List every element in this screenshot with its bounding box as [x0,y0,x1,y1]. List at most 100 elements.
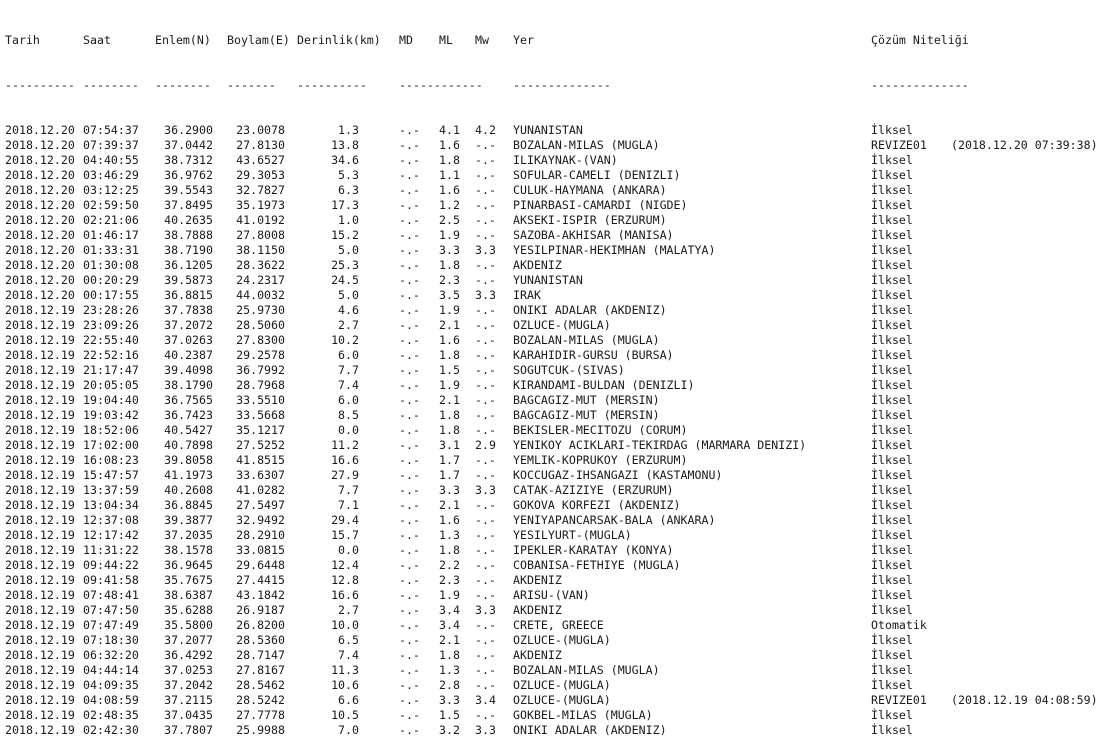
event-solution-quality: Otomatik [871,618,927,632]
event-md: -.- [399,303,420,317]
event-mw: -.- [475,393,496,407]
event-latitude: 36.8815 [164,288,213,302]
event-latitude: 36.9645 [164,558,213,572]
separator-solution-quality: -------------- [871,78,969,92]
event-time: 04:44:14 [83,663,139,677]
event-ml: 1.6 [439,513,460,527]
event-longitude: 27.7778 [236,708,285,722]
event-location: YESILPINAR-HEKIMHAN (MALATYA) [513,243,716,257]
event-latitude: 38.6387 [164,588,213,602]
event-longitude: 27.8008 [236,228,285,242]
event-time: 07:39:37 [83,138,139,152]
event-location: GOKOVA KORFEZI (AKDENIZ) [513,498,681,512]
header-depth: Derinlik(km) [297,33,381,47]
event-location: IPEKLER-KARATAY (KONYA) [513,543,674,557]
event-latitude: 38.7190 [164,243,213,257]
event-mw: -.- [475,168,496,182]
event-solution-quality: İlksel [871,363,913,377]
event-time: 09:44:22 [83,558,139,572]
event-location: OZLUCE-(MUGLA) [513,318,611,332]
event-mw: -.- [475,528,496,542]
event-mw: -.- [475,468,496,482]
header-longitude: Boylam(E) [227,33,290,47]
event-date: 2018.12.19 [5,378,75,392]
event-ml: 1.6 [439,183,460,197]
event-longitude: 28.5242 [236,693,285,707]
event-solution-quality: İlksel [871,573,913,587]
event-md: -.- [399,603,420,617]
event-solution-quality: İlksel [871,213,913,227]
event-solution-quality: İlksel [871,633,913,647]
event-latitude: 37.7807 [164,723,213,737]
event-latitude: 40.2387 [164,348,213,362]
event-depth: 7.4 [338,378,359,392]
event-ml: 1.3 [439,528,460,542]
event-date: 2018.12.19 [5,408,75,422]
event-depth: 27.9 [331,468,359,482]
event-time: 23:28:26 [83,303,139,317]
event-depth: 2.7 [338,603,359,617]
event-solution-quality: İlksel [871,528,913,542]
event-ml: 1.8 [439,258,460,272]
event-ml: 1.6 [439,138,460,152]
event-md: -.- [399,183,420,197]
table-row: 2018.12.20 02:59:50 37.8495 35.1973 17.3 -.- 1… [5,198,913,213]
event-ml: 2.1 [439,498,460,512]
event-depth: 7.4 [338,648,359,662]
event-ml: 1.9 [439,378,460,392]
event-latitude: 38.7888 [164,228,213,242]
event-ml: 1.6 [439,333,460,347]
event-mw: -.- [475,648,496,662]
event-longitude: 26.9187 [236,603,285,617]
event-solution-quality: İlksel [871,273,913,287]
event-time: 01:30:08 [83,258,139,272]
event-mw: -.- [475,378,496,392]
event-location: SOFULAR-CAMELI (DENIZLI) [513,168,681,182]
table-row: 2018.12.20 04:40:55 38.7312 43.6527 34.6 -.- 1… [5,153,913,168]
event-date: 2018.12.19 [5,303,75,317]
event-md: -.- [399,693,420,707]
event-mw: -.- [475,663,496,677]
event-longitude: 28.2910 [236,528,285,542]
event-location: YUNANISTAN [513,123,583,137]
event-time: 16:08:23 [83,453,139,467]
event-md: -.- [399,198,420,212]
event-location: KOCCUGAZ-IHSANGAZI (KASTAMONU) [513,468,723,482]
separator-magnitudes: ------------ [399,78,483,92]
event-longitude: 32.9492 [236,513,285,527]
event-latitude: 37.0263 [164,333,213,347]
table-row: 2018.12.19 23:09:26 37.2072 28.5060 2.7 -.- 2.… [5,318,913,333]
event-date: 2018.12.19 [5,708,75,722]
event-md: -.- [399,333,420,347]
event-md: -.- [399,453,420,467]
event-solution-quality: İlksel [871,708,913,722]
event-longitude: 27.4415 [236,573,285,587]
event-location: GOKBEL-MILAS (MUGLA) [513,708,653,722]
event-date: 2018.12.19 [5,318,75,332]
event-longitude: 29.2578 [236,348,285,362]
event-latitude: 39.5873 [164,273,213,287]
event-mw: 3.3 [475,243,496,257]
event-date: 2018.12.19 [5,468,75,482]
event-mw: -.- [475,303,496,317]
event-md: -.- [399,648,420,662]
event-time: 09:41:58 [83,573,139,587]
event-solution-quality: İlksel [871,678,913,692]
event-md: -.- [399,318,420,332]
event-mw: -.- [475,558,496,572]
event-location: CATAK-AZIZIYE (ERZURUM) [513,483,674,497]
event-depth: 10.2 [331,333,359,347]
event-md: -.- [399,423,420,437]
table-row: 2018.12.20 03:12:25 39.5543 32.7827 6.3 -.- 1.… [5,183,913,198]
event-solution-quality: İlksel [871,723,913,737]
event-location: KIRANDAMI-BULDAN (DENIZLI) [513,378,695,392]
event-latitude: 38.1578 [164,543,213,557]
event-mw: -.- [475,633,496,647]
event-longitude: 41.0192 [236,213,285,227]
event-solution-quality: İlksel [871,483,913,497]
separator-depth: ---------- [297,78,367,92]
event-date: 2018.12.20 [5,273,75,287]
event-md: -.- [399,138,420,152]
event-solution-quality: İlksel [871,468,913,482]
event-solution-quality: İlksel [871,663,913,677]
